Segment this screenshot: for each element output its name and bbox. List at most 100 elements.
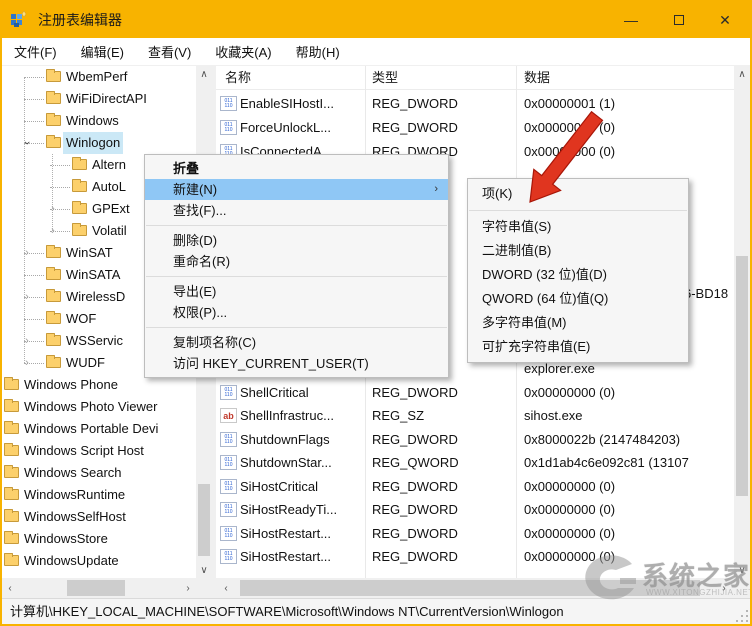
value-name: SiHostRestart...: [240, 522, 364, 546]
partially-hidden-value-fragment: 6-BD18: [684, 284, 734, 304]
list-horizontal-scrollbar[interactable]: ‹ ›: [216, 578, 734, 598]
tree-item-label[interactable]: WbemPerf: [63, 66, 130, 88]
tree-item[interactable]: WindowsSelfHost: [2, 506, 196, 528]
scroll-right-arrow[interactable]: ›: [716, 580, 732, 596]
column-header-type[interactable]: 类型: [372, 66, 398, 90]
resize-grip[interactable]: [736, 610, 748, 622]
column-header-name[interactable]: 名称: [225, 66, 251, 90]
table-row[interactable]: 011110ForceUnlockL...REG_DWORD0x00000000…: [216, 116, 734, 140]
tree-item-label[interactable]: WinSATA: [63, 264, 123, 286]
scroll-left-arrow[interactable]: ‹: [218, 580, 234, 596]
tree-item-label[interactable]: Altern: [89, 154, 129, 176]
tree-item-label[interactable]: WSServic: [63, 330, 126, 352]
table-row[interactable]: 011110SiHostCriticalREG_DWORD0x00000000 …: [216, 475, 734, 499]
scrollbar-thumb[interactable]: [240, 580, 700, 596]
tree-item[interactable]: Windows Portable Devi: [2, 418, 196, 440]
tree-item-label[interactable]: WindowsRuntime: [21, 484, 128, 506]
scrollbar-thumb[interactable]: [736, 256, 748, 496]
tree-item-label[interactable]: WindowsSelfHost: [21, 506, 129, 528]
menu-item[interactable]: 复制项名称(C): [145, 332, 448, 353]
menu-item[interactable]: 重命名(R): [145, 251, 448, 272]
tree-item-label[interactable]: Windows Search: [21, 462, 125, 484]
menubar-item-0[interactable]: 文件(F): [2, 38, 69, 65]
scrollbar-thumb[interactable]: [198, 484, 210, 556]
tree-item[interactable]: Windows: [2, 110, 196, 132]
table-row[interactable]: 011110EnableSIHostI...REG_DWORD0x0000000…: [216, 92, 734, 116]
table-row[interactable]: 011110ShutdownStar...REG_QWORD0x1d1ab4c6…: [216, 451, 734, 475]
folder-icon: [4, 511, 19, 522]
table-row[interactable]: 011110SiHostRestart...REG_DWORD0x0000000…: [216, 545, 734, 569]
chevron-right-icon[interactable]: ›: [20, 242, 34, 264]
tree-item-label[interactable]: WindowsStore: [21, 528, 111, 550]
close-button[interactable]: ✕: [702, 2, 748, 38]
scroll-right-arrow[interactable]: ›: [180, 580, 196, 596]
tree-item-label[interactable]: WinSAT: [63, 242, 116, 264]
tree-item-label[interactable]: WOF: [63, 308, 99, 330]
tree-item[interactable]: WiFiDirectAPI: [2, 88, 196, 110]
menu-item[interactable]: 新建(N)›: [145, 179, 448, 200]
tree-item[interactable]: WindowsUpdate: [2, 550, 196, 572]
tree-item-label[interactable]: Windows Portable Devi: [21, 418, 161, 440]
chevron-right-icon[interactable]: ›: [46, 198, 60, 220]
binary-value-icon: 011110: [220, 502, 237, 517]
menubar-item-4[interactable]: 帮助(H): [284, 38, 352, 65]
tree-item[interactable]: › Winlogon: [2, 132, 196, 154]
table-row[interactable]: 011110SiHostRestart...REG_DWORD0x0000000…: [216, 522, 734, 546]
list-vertical-scrollbar[interactable]: ∧ ∨: [734, 66, 750, 578]
scroll-left-arrow[interactable]: ‹: [2, 580, 18, 596]
scrollbar-thumb[interactable]: [67, 580, 125, 596]
minimize-button[interactable]: —: [608, 2, 654, 38]
tree-horizontal-scrollbar[interactable]: ‹ ›: [2, 578, 196, 598]
menu-item[interactable]: 二进制值(B): [468, 239, 688, 263]
chevron-down-icon[interactable]: ›: [16, 136, 38, 150]
menubar-item-2[interactable]: 查看(V): [136, 38, 203, 65]
chevron-right-icon[interactable]: ›: [20, 330, 34, 352]
menubar-item-3[interactable]: 收藏夹(A): [203, 38, 283, 65]
table-row[interactable]: 011110ShellCriticalREG_DWORD0x00000000 (…: [216, 381, 734, 405]
tree-item-label[interactable]: Volatil: [89, 220, 130, 242]
chevron-right-icon[interactable]: ›: [20, 286, 34, 308]
menu-item[interactable]: 权限(P)...: [145, 302, 448, 323]
scroll-down-arrow[interactable]: ∨: [196, 562, 212, 578]
menu-item[interactable]: QWORD (64 位)值(Q): [468, 287, 688, 311]
status-bar: 计算机\HKEY_LOCAL_MACHINE\SOFTWARE\Microsof…: [2, 598, 750, 624]
tree-item-label[interactable]: WindowsUpdate: [21, 550, 122, 572]
tree-item-label[interactable]: WirelessD: [63, 286, 128, 308]
menu-item[interactable]: 可扩充字符串值(E): [468, 335, 688, 359]
value-type: REG_DWORD: [372, 116, 512, 140]
table-row[interactable]: 011110SiHostReadyTi...REG_DWORD0x0000000…: [216, 498, 734, 522]
tree-item-label[interactable]: WUDF: [63, 352, 108, 374]
tree-item[interactable]: Windows Photo Viewer: [2, 396, 196, 418]
tree-item-label[interactable]: Windows: [63, 110, 122, 132]
menu-item[interactable]: 字符串值(S): [468, 215, 688, 239]
scroll-up-arrow[interactable]: ∧: [196, 66, 212, 82]
menu-item[interactable]: 导出(E): [145, 281, 448, 302]
tree-item[interactable]: WindowsRuntime: [2, 484, 196, 506]
menu-item[interactable]: 删除(D): [145, 230, 448, 251]
tree-item[interactable]: Windows Search: [2, 462, 196, 484]
tree-item[interactable]: Windows Script Host: [2, 440, 196, 462]
menubar-item-1[interactable]: 编辑(E): [69, 38, 136, 65]
tree-item-label[interactable]: AutoL: [89, 176, 129, 198]
chevron-right-icon[interactable]: ›: [20, 352, 34, 374]
tree-item[interactable]: WbemPerf: [2, 66, 196, 88]
tree-item-label[interactable]: GPExt: [89, 198, 133, 220]
chevron-right-icon[interactable]: ›: [46, 220, 60, 242]
scroll-up-arrow[interactable]: ∧: [734, 66, 750, 82]
tree-item-label[interactable]: Windows Script Host: [21, 440, 147, 462]
table-row[interactable]: abShellInfrastruc...REG_SZsihost.exe: [216, 404, 734, 428]
tree-item-label[interactable]: Winlogon: [63, 132, 123, 154]
menu-item[interactable]: 查找(F)...: [145, 200, 448, 221]
table-row[interactable]: 011110ShutdownFlagsREG_DWORD0x8000022b (…: [216, 428, 734, 452]
menu-item[interactable]: 访问 HKEY_CURRENT_USER(T): [145, 353, 448, 374]
tree-item-label[interactable]: Windows Photo Viewer: [21, 396, 160, 418]
maximize-button[interactable]: [656, 2, 702, 38]
column-header-data[interactable]: 数据: [524, 66, 550, 90]
tree-item[interactable]: WindowsStore: [2, 528, 196, 550]
tree-item-label[interactable]: Windows Phone: [21, 374, 121, 396]
scroll-down-arrow[interactable]: ∨: [734, 562, 750, 578]
menu-item[interactable]: DWORD (32 位)值(D): [468, 263, 688, 287]
menu-item[interactable]: 折叠: [145, 158, 448, 179]
tree-item-label[interactable]: WiFiDirectAPI: [63, 88, 150, 110]
menu-item[interactable]: 多字符串值(M): [468, 311, 688, 335]
